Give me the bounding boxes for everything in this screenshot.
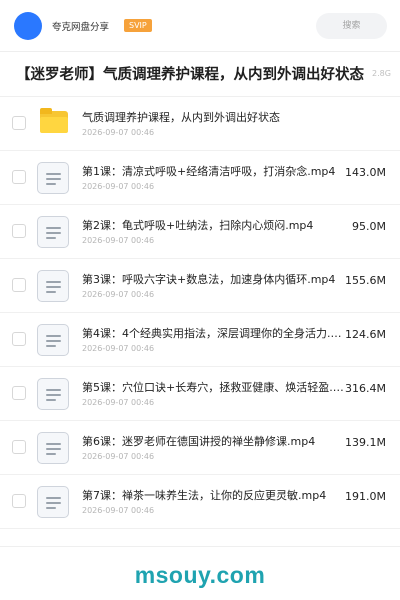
- file-name: 气质调理养护课程，从内到外调出好状态: [82, 111, 280, 124]
- select-checkbox[interactable]: [12, 386, 26, 400]
- file-row[interactable]: 第5课：穴位口诀+长寿穴，拯救亚健康、焕活轻盈.m… 2026-09-07 00…: [0, 367, 400, 421]
- file-size: 124.6M: [345, 328, 386, 341]
- watermark: msouy.com: [134, 562, 266, 588]
- file-row[interactable]: 第3课：呼吸六字诀+数息法，加速身体内循环.mp4 2026-09-07 00:…: [0, 259, 400, 313]
- file-icon: [37, 324, 69, 356]
- file-size: 155.6M: [345, 274, 386, 287]
- share-size: 2.8G: [372, 69, 391, 78]
- file-date: 2026-09-07 00:46: [82, 290, 155, 299]
- avatar[interactable]: [14, 12, 42, 40]
- file-size: 143.0M: [345, 166, 386, 179]
- file-date: 2026-09-07 00:46: [82, 344, 155, 353]
- app-header: 夸克网盘分享 SVIP 搜索: [0, 0, 400, 52]
- select-checkbox[interactable]: [12, 116, 26, 130]
- select-checkbox[interactable]: [12, 440, 26, 454]
- search-button[interactable]: 搜索: [316, 13, 387, 39]
- file-date: 2026-09-07 00:46: [82, 398, 155, 407]
- file-row[interactable]: 第2课：龟式呼吸+吐纳法，扫除内心烦闷.mp4 2026-09-07 00:46…: [0, 205, 400, 259]
- file-date: 2026-09-07 00:46: [82, 236, 155, 245]
- folder-icon: [40, 108, 68, 133]
- user-name: 夸克网盘分享: [52, 22, 110, 33]
- file-size: 316.4M: [345, 382, 386, 395]
- file-date: 2026-09-07 00:46: [82, 452, 155, 461]
- file-name: 第7课：禅茶一味养生法，让你的反应更灵敏.mp4: [82, 489, 327, 502]
- file-icon: [37, 486, 69, 518]
- share-title: 【迷罗老师】气质调理养护课程，从内到外调出好状态: [16, 67, 364, 83]
- file-icon: [37, 270, 69, 302]
- file-name: 第4课：4个经典实用指法，深层调理你的全身活力.m…: [82, 327, 350, 340]
- file-size: 95.0M: [352, 220, 386, 233]
- file-icon: [37, 378, 69, 410]
- file-row[interactable]: 第4课：4个经典实用指法，深层调理你的全身活力.m… 2026-09-07 00…: [0, 313, 400, 367]
- file-date: 2026-09-07 00:46: [82, 128, 155, 137]
- file-name: 第1课：清凉式呼吸+经络清洁呼吸，打消杂念.mp4: [82, 165, 336, 178]
- file-icon: [37, 216, 69, 248]
- file-icon: [37, 432, 69, 464]
- file-name: 第3课：呼吸六字诀+数息法，加速身体内循环.mp4: [82, 273, 336, 286]
- file-name: 第5课：穴位口诀+长寿穴，拯救亚健康、焕活轻盈.m…: [82, 381, 350, 394]
- divider: [0, 546, 400, 547]
- select-checkbox[interactable]: [12, 170, 26, 184]
- file-name: 第2课：龟式呼吸+吐纳法，扫除内心烦闷.mp4: [82, 219, 314, 232]
- select-checkbox[interactable]: [12, 494, 26, 508]
- select-checkbox[interactable]: [12, 332, 26, 346]
- file-size: 191.0M: [345, 490, 386, 503]
- select-checkbox[interactable]: [12, 278, 26, 292]
- svip-badge: SVIP: [124, 19, 152, 32]
- file-size: 139.1M: [345, 436, 386, 449]
- folder-row[interactable]: 气质调理养护课程，从内到外调出好状态 2026-09-07 00:46: [0, 97, 400, 151]
- file-date: 2026-09-07 00:46: [82, 182, 155, 191]
- file-row[interactable]: 第6课：迷罗老师在德国讲授的禅坐静修课.mp4 2026-09-07 00:46…: [0, 421, 400, 475]
- file-icon: [37, 162, 69, 194]
- file-row[interactable]: 第1课：清凉式呼吸+经络清洁呼吸，打消杂念.mp4 2026-09-07 00:…: [0, 151, 400, 205]
- select-checkbox[interactable]: [12, 224, 26, 238]
- file-row[interactable]: 第7课：禅茶一味养生法，让你的反应更灵敏.mp4 2026-09-07 00:4…: [0, 475, 400, 529]
- file-name: 第6课：迷罗老师在德国讲授的禅坐静修课.mp4: [82, 435, 316, 448]
- file-date: 2026-09-07 00:46: [82, 506, 155, 515]
